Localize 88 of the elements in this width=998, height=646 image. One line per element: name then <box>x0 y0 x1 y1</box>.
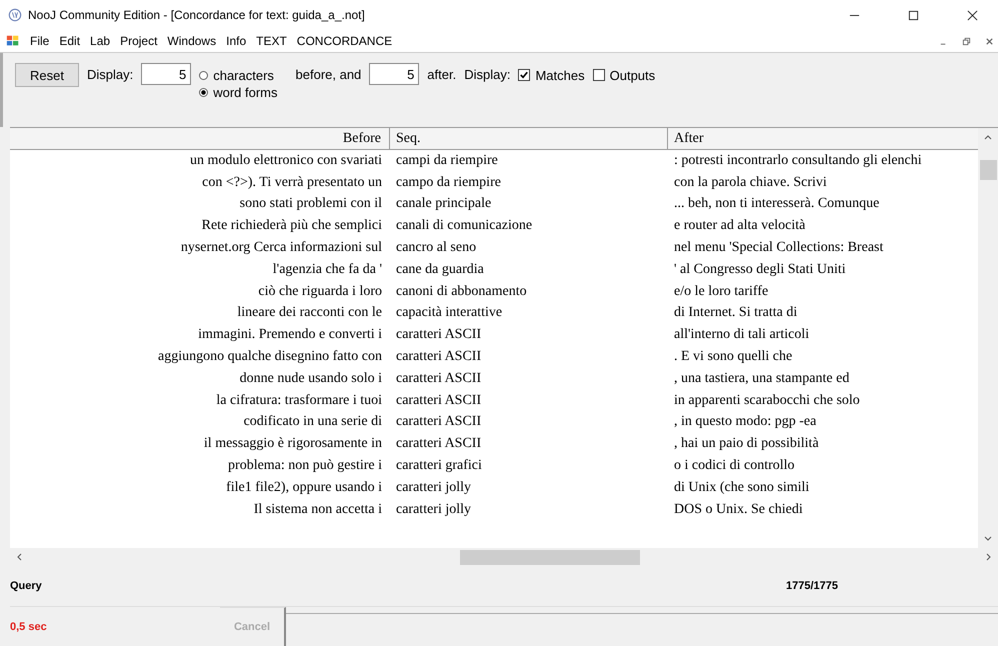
column-header[interactable]: Seq. <box>390 128 668 149</box>
table-cell-text: , una tastiera, una stampante ed <box>673 370 850 387</box>
table-cell-text: immagini. Premendo e converti i <box>197 327 383 344</box>
table-cell-text: con <?>). Ti verrà presentato un <box>201 174 383 191</box>
table-cell-text: con la parola chiave. Scrivi <box>673 174 828 191</box>
table-cell-text: donne nude usando solo i <box>238 370 383 387</box>
table-cell-text: capacità interattive <box>395 305 504 322</box>
table-cell-text: caratteri ASCII <box>395 436 482 452</box>
table-cell-text: ' al Congresso degli Stati Uniti <box>673 262 847 278</box>
table-cell-text: canale principale <box>395 196 492 212</box>
table-cell-text: e router ad alta velocità <box>673 218 806 234</box>
table-cell-text: in apparenti scarabocchi che solo <box>673 392 861 409</box>
display-label: Display: <box>464 66 510 84</box>
table-cell-text: caratteri ASCII <box>395 327 482 344</box>
table-cell-text: aggiungono qualche disegnino fatto con <box>157 349 383 366</box>
table-cell-text: un modulo elettronico con svariati <box>188 152 383 169</box>
checkbox-label: Matches <box>535 68 585 82</box>
table-cell-text: problema: non può gestire i <box>227 458 383 474</box>
close-icon[interactable] <box>967 10 978 20</box>
restore-icon[interactable] <box>962 36 971 46</box>
table-cell-text: ciò che riguarda i loro <box>257 284 383 300</box>
column-header[interactable]: After <box>668 128 978 149</box>
window-title: NooJ Community Edition - [Concordance for text: guida_a_.not] <box>28 8 365 22</box>
menu-item[interactable]: Windows <box>167 34 216 48</box>
table-cell-text: cane da guardia <box>395 262 485 278</box>
display-label: Display: <box>86 66 134 84</box>
table-cell-text: , in questo modo: pgp -ea <box>673 414 818 430</box>
menu-item[interactable]: Project <box>120 34 158 48</box>
table-cell-text: codificato in una serie di <box>242 414 383 430</box>
menu-item[interactable]: CONCORDANCE <box>296 34 392 48</box>
app-logo-icon <box>8 8 22 22</box>
table-cell-text: . E vi sono quelli che <box>673 349 794 366</box>
table-cell-text: caratteri ASCII <box>395 370 482 387</box>
table-cell-text: caratteri ASCII <box>395 349 482 366</box>
radio-button[interactable] <box>199 71 208 80</box>
radio-label: word forms <box>213 85 278 100</box>
table-cell-text: di Internet. Si tratta di <box>673 305 798 322</box>
elapsed-time: 0,5 sec <box>9 620 48 634</box>
column-header[interactable]: Before <box>10 128 390 149</box>
table-cell-text: DOS o Unix. Se chiedi <box>673 502 804 518</box>
radio-label: characters <box>213 68 274 83</box>
table-cell-text: e/o le loro tariffe <box>673 284 770 300</box>
before-field[interactable]: 5 <box>141 63 192 85</box>
table-cell-text: o i codici di controllo <box>673 458 796 474</box>
table-cell-text: caratteri jolly <box>395 480 472 496</box>
table-cell-text: caratteri jolly <box>395 502 472 518</box>
table-cell-text: all'interno di tali articoli <box>673 327 810 344</box>
checkbox[interactable] <box>592 69 605 81</box>
table-cell-text: caratteri grafici <box>395 458 483 474</box>
table-cell-text: campi da riempire <box>395 152 499 169</box>
menu-item[interactable]: Info <box>226 34 246 48</box>
checkbox-label: Outputs <box>610 68 656 82</box>
menu-item[interactable]: Lab <box>90 34 110 48</box>
after-label: after. <box>427 66 456 84</box>
before-and-label: before, and <box>296 66 362 84</box>
table-cell-text: campo da riempire <box>395 174 502 191</box>
table-cell-text: lineare dei racconti con le <box>236 305 383 322</box>
table-cell-text: file1 file2), oppure usando i <box>225 480 383 496</box>
table-cell-text: nysernet.org Cerca informazioni sul <box>180 240 383 256</box>
table-cell-text: Rete richiederà più che semplici <box>200 218 383 234</box>
table-cell-text: il messaggio è rigorosamente in <box>202 436 383 452</box>
reset-button[interactable]: Reset <box>15 63 79 87</box>
match-count: 1775/1775 <box>786 580 838 592</box>
table-cell-text: canali di comunicazione <box>395 218 534 234</box>
table-cell-text: cancro al seno <box>395 240 478 256</box>
window-icon <box>6 34 20 48</box>
menu-item[interactable]: TEXT <box>256 34 287 48</box>
scrollbar-thumb[interactable] <box>980 160 996 180</box>
table-cell-text: sono stati problemi con il <box>238 196 383 212</box>
menu-item[interactable]: File <box>30 34 50 48</box>
table-cell-text: , hai un paio di possibilità <box>673 436 820 452</box>
table-cell-text: : potresti incontrarlo consultando gli elenchi <box>673 152 923 169</box>
table-cell-text: caratteri ASCII <box>395 392 482 409</box>
table-cell-text: canoni di abbonamento <box>395 284 528 300</box>
checkbox[interactable] <box>518 69 530 81</box>
after-field[interactable]: 5 <box>369 63 420 85</box>
table-cell-text: nel menu 'Special Collections: Breast <box>673 240 884 256</box>
menu-item[interactable]: Edit <box>59 34 80 48</box>
radio-button[interactable] <box>199 88 208 97</box>
scrollbar-thumb[interactable] <box>460 550 640 564</box>
query-label: Query <box>10 580 43 592</box>
table-cell-text: caratteri ASCII <box>395 414 482 430</box>
table-cell-text: di Unix (che sono simili <box>673 480 810 496</box>
maximize-icon[interactable] <box>908 10 919 20</box>
table-cell-text: Il sistema non accetta i <box>252 502 383 518</box>
table-cell-text: ... beh, non ti interesserà. Comunque <box>673 196 880 212</box>
table-cell-text: l'agenzia che fa da ' <box>272 262 383 278</box>
table-cell-text: la cifratura: trasformare i tuoi <box>215 392 383 409</box>
